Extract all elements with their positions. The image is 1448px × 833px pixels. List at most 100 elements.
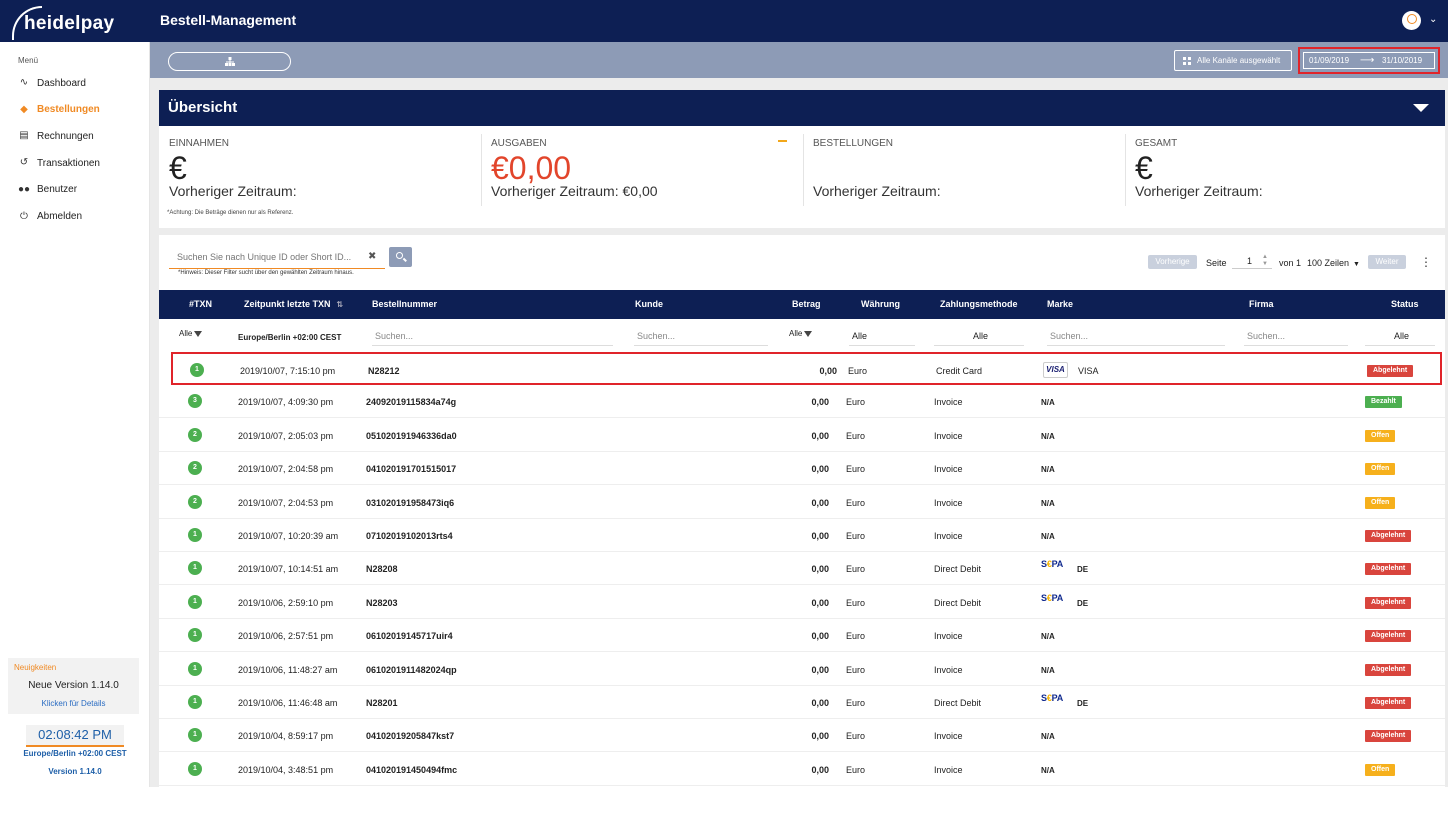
- customer-filter[interactable]: Suchen...: [634, 329, 768, 346]
- sidebar-item-bestellungen[interactable]: ◆ Bestellungen: [18, 101, 100, 119]
- table-row[interactable]: 2 2019/10/07, 2:04:53 pm 031020191958473iq…: [159, 486, 1445, 519]
- hierarchy-selector[interactable]: [168, 52, 291, 71]
- brand-filter[interactable]: Suchen...: [1047, 329, 1225, 346]
- status-badge: Abgelehnt: [1365, 730, 1412, 743]
- cell-order-number: 24092019115834a74g: [366, 397, 457, 408]
- search-hint: *Hinweis: Dieser Filter sucht über den g…: [178, 270, 354, 276]
- table-row[interactable]: 1 2019/10/07, 10:14:51 am N28208 0,00 Euro Di…: [159, 552, 1445, 586]
- col-zeitpunkt[interactable]: Zeitpunkt letzte TXN ⇅: [244, 299, 343, 309]
- table-row[interactable]: 1 2019/10/04, 3:48:51 pm 041020191450494fm…: [159, 753, 1445, 786]
- more-vertical-icon[interactable]: ⋮: [1420, 255, 1432, 269]
- cell-currency: Euro: [846, 531, 866, 541]
- order-number-filter[interactable]: Suchen...: [372, 329, 613, 346]
- sidebar-item-label: Benutzer: [37, 184, 78, 196]
- next-page-button[interactable]: Weiter: [1368, 255, 1406, 269]
- col-betrag[interactable]: Betrag: [792, 299, 821, 309]
- cell-time: 2019/10/07, 2:04:53 pm: [238, 497, 334, 508]
- table-row[interactable]: 1 2019/10/06, 2:57:51 pm 06102019145717uir…: [159, 619, 1445, 653]
- cell-payment-method: Invoice: [934, 731, 963, 742]
- grid-icon: [1183, 57, 1191, 65]
- amount-filter[interactable]: Alle: [789, 329, 813, 338]
- chevron-down-icon[interactable]: ⌄: [1429, 14, 1437, 25]
- amount-filter-value: Alle: [789, 329, 803, 338]
- table-row[interactable]: 1 2019/10/06, 11:46:48 am N28201 0,00 Euro Di…: [159, 686, 1445, 719]
- table-row[interactable]: 2 2019/10/07, 2:04:58 pm 04102019170151501…: [159, 452, 1445, 486]
- cell-amount: 0,00: [811, 397, 829, 408]
- table-row[interactable]: 1 2019/10/04, 8:59:17 pm 04102019205847kst…: [159, 719, 1445, 753]
- cell-amount: 0,00: [811, 464, 829, 475]
- col-firma[interactable]: Firma: [1249, 299, 1274, 309]
- channels-button[interactable]: Alle Kanäle ausgewählt: [1174, 50, 1292, 71]
- col-kunde[interactable]: Kunde: [635, 299, 663, 309]
- status-filter[interactable]: Alle: [1365, 329, 1435, 346]
- table-row[interactable]: 3 2019/10/07, 4:09:30 pm 24092019115834a74…: [159, 385, 1445, 419]
- kpi-value: €0,00: [491, 150, 572, 186]
- heidelpay-logo[interactable]: heidelpay: [12, 4, 140, 40]
- cell-time: 2019/10/07, 4:09:30 pm: [238, 397, 334, 408]
- cell-brand: N/A: [1041, 732, 1055, 742]
- kpi-label: EINNAHMEN: [169, 138, 230, 149]
- sidebar-item-dashboard[interactable]: ∿ Dashboard: [18, 74, 86, 92]
- kpi-label: GESAMT: [1135, 138, 1178, 149]
- cell-payment-method: Invoice: [934, 664, 963, 675]
- hierarchy-icon: [224, 57, 235, 66]
- search-wrapper: ✖: [169, 247, 385, 269]
- cell-currency: Euro: [846, 698, 866, 708]
- page-number-input[interactable]: 1 ▲ ▼: [1232, 254, 1272, 269]
- page-number: 1: [1247, 256, 1253, 266]
- cell-time: 2019/10/06, 11:46:48 am: [238, 698, 338, 708]
- overview-title: Übersicht: [168, 99, 238, 116]
- sepa-logo-icon: S€PA: [1041, 559, 1064, 570]
- clear-icon[interactable]: ✖: [368, 251, 376, 262]
- cell-currency: Euro: [846, 397, 866, 408]
- cell-order-number: 051020191946336da0: [366, 430, 457, 441]
- visa-card-icon: VISA: [1043, 362, 1068, 378]
- col-bestellnummer[interactable]: Bestellnummer: [372, 299, 437, 309]
- txn-count-badge: 1: [188, 728, 202, 743]
- rows-per-page-value: 100 Zeilen: [1307, 258, 1350, 268]
- search-button[interactable]: [389, 247, 412, 267]
- txn-filter-value: Alle: [179, 329, 193, 338]
- cell-payment-method: Invoice: [934, 497, 963, 508]
- caret-down-icon: ▼: [1353, 261, 1360, 268]
- txn-filter[interactable]: Alle: [179, 329, 203, 338]
- news-details-link[interactable]: Klicken für Details: [8, 699, 139, 708]
- previous-page-button[interactable]: Vorherige: [1148, 255, 1197, 269]
- page-total: von 1: [1279, 258, 1302, 268]
- date-range-picker[interactable]: 01/09/2019 ⟶ 31/10/2019: [1303, 52, 1435, 69]
- col-marke[interactable]: Marke: [1047, 299, 1073, 309]
- col-zahlungsmethode[interactable]: Zahlungsmethode: [940, 299, 1018, 309]
- sidebar-item-benutzer[interactable]: ●● Benutzer: [18, 181, 77, 199]
- currency-filter[interactable]: Alle: [849, 329, 915, 346]
- table-row[interactable]: 1 2019/10/06, 11:48:27 am 0610201911482024…: [159, 653, 1445, 686]
- rows-per-page-select[interactable]: 100 Zeilen ▼: [1307, 258, 1360, 268]
- search-input[interactable]: [177, 252, 367, 262]
- payment-method-filter[interactable]: Alle: [934, 329, 1024, 346]
- status-badge: Abgelehnt: [1365, 563, 1412, 576]
- col-zeitpunkt-label: Zeitpunkt letzte TXN: [244, 299, 331, 309]
- sidebar-item-abmelden[interactable]: ⏻ Abmelden: [18, 208, 82, 226]
- sidebar-item-rechnungen[interactable]: ▤ Rechnungen: [18, 127, 93, 145]
- company-filter[interactable]: Suchen...: [1244, 329, 1348, 346]
- table-row[interactable]: 1 2019/10/07, 7:15:10 pm N28212 0,00 Euro Cre…: [171, 352, 1442, 385]
- overview-header[interactable]: Übersicht: [159, 90, 1445, 126]
- tags-icon: ◆: [20, 103, 28, 115]
- col-waehrung[interactable]: Währung: [861, 299, 900, 309]
- timezone-filter: Europe/Berlin +02:00 CEST: [238, 333, 342, 342]
- filter-icon: [804, 330, 813, 337]
- table-row[interactable]: 2 2019/10/07, 2:05:03 pm 051020191946336da…: [159, 419, 1445, 452]
- col-txn[interactable]: #TXN: [189, 299, 212, 309]
- menu-label: Menü: [18, 56, 39, 65]
- user-avatar-icon[interactable]: [1402, 11, 1421, 30]
- cell-brand: N/A: [1041, 632, 1055, 642]
- sidebar-item-transaktionen[interactable]: ↺ Transaktionen: [18, 154, 100, 172]
- spinner-icon[interactable]: ▲ ▼: [1262, 254, 1268, 268]
- table-row[interactable]: 1 2019/10/07, 10:20:39 am 07102019102013rt…: [159, 519, 1445, 552]
- table-row[interactable]: 1 2019/10/06, 2:59:10 pm N28203 0,00 Euro Dir…: [159, 586, 1445, 619]
- col-status[interactable]: Status: [1391, 299, 1419, 309]
- sort-icon[interactable]: ⇅: [337, 300, 344, 309]
- caret-down-icon[interactable]: [1413, 104, 1429, 112]
- sidebar-item-label: Abmelden: [37, 211, 83, 222]
- cell-amount: 0,00: [811, 497, 829, 508]
- cell-order-number: N28203: [366, 597, 398, 608]
